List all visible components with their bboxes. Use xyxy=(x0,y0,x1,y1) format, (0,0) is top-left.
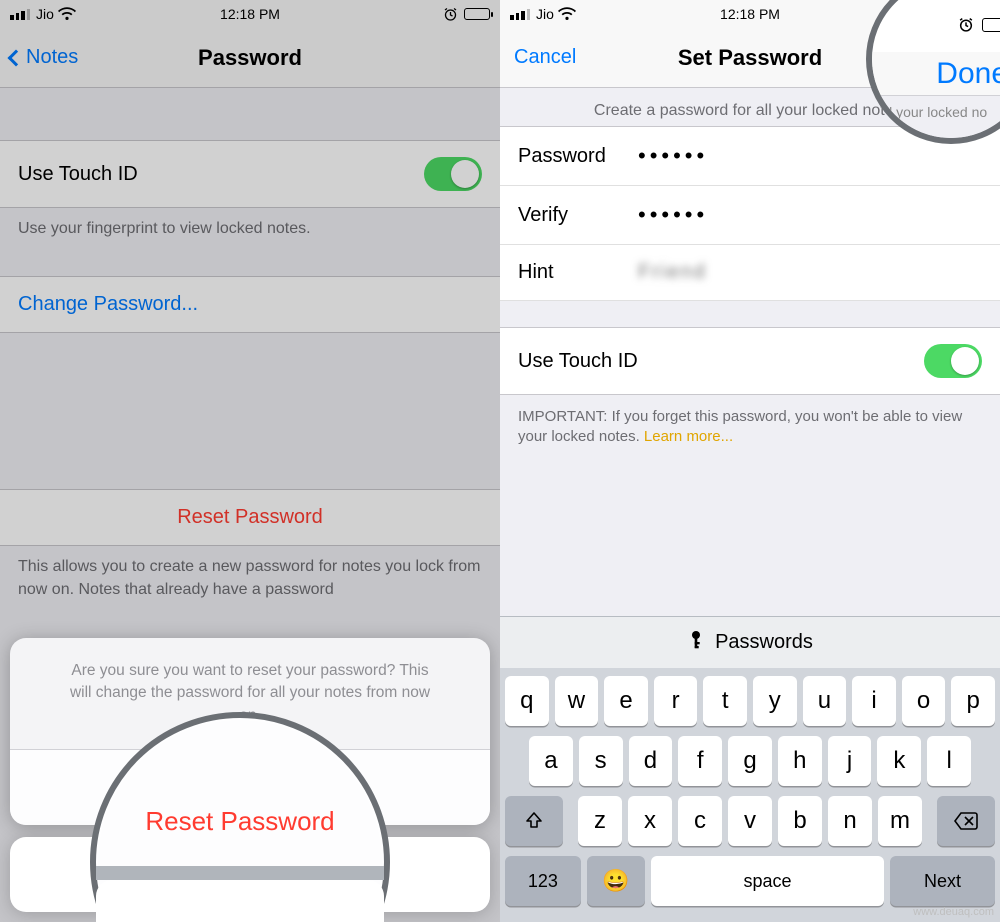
key-q[interactable]: q xyxy=(505,676,549,726)
key-d[interactable]: d xyxy=(629,736,673,786)
key-t[interactable]: t xyxy=(703,676,747,726)
key-x[interactable]: x xyxy=(628,796,672,846)
reset-footer: This allows you to create a new password… xyxy=(0,546,500,601)
nav-bar: Cancel Set Password Done xyxy=(500,28,1000,88)
cancel-button[interactable]: Cancel xyxy=(514,46,576,69)
use-touch-id-label: Use Touch ID xyxy=(518,350,638,373)
screen-set-password: Jio 12:18 PM Cancel Set Password Done Cr… xyxy=(500,0,1000,922)
page-title: Set Password xyxy=(678,45,822,71)
numbers-key[interactable]: 123 xyxy=(505,856,581,906)
status-bar: Jio 12:18 PM xyxy=(500,0,1000,28)
signal-icon xyxy=(510,9,530,20)
sheet-cancel-button[interactable]: Cancel xyxy=(10,837,490,912)
emoji-key[interactable]: 😀 xyxy=(587,856,645,906)
backspace-key[interactable] xyxy=(937,796,995,846)
action-sheet: Are you sure you want to reset your pass… xyxy=(10,638,490,912)
use-touch-id-label: Use Touch ID xyxy=(18,163,138,186)
use-touch-id-row: Use Touch ID xyxy=(0,140,500,208)
key-b[interactable]: b xyxy=(778,796,822,846)
key-k[interactable]: k xyxy=(877,736,921,786)
signal-icon xyxy=(10,9,30,20)
touch-id-footer: Use your fingerprint to view locked note… xyxy=(0,208,500,240)
quicktype-bar[interactable]: Passwords xyxy=(500,616,1000,668)
key-w[interactable]: w xyxy=(555,676,599,726)
touch-id-toggle[interactable] xyxy=(924,344,982,378)
hint-label: Hint xyxy=(518,261,638,284)
key-n[interactable]: n xyxy=(828,796,872,846)
key-icon xyxy=(687,630,705,656)
key-v[interactable]: v xyxy=(728,796,772,846)
reset-password-row[interactable]: Reset Password xyxy=(0,489,500,546)
page-title: Password xyxy=(198,45,302,71)
touch-id-toggle[interactable] xyxy=(424,157,482,191)
keyboard: Passwords qwertyuiop asdfghjkl zxcvbnm 1… xyxy=(500,616,1000,922)
carrier-label: Jio xyxy=(536,6,554,22)
shift-key[interactable] xyxy=(505,796,563,846)
key-g[interactable]: g xyxy=(728,736,772,786)
password-value: •••••• xyxy=(638,143,708,169)
back-button[interactable]: Notes xyxy=(10,46,78,69)
carrier-label: Jio xyxy=(36,6,54,22)
use-touch-id-row: Use Touch ID xyxy=(500,327,1000,395)
wifi-icon xyxy=(58,7,76,21)
key-l[interactable]: l xyxy=(927,736,971,786)
battery-icon xyxy=(464,8,490,20)
sheet-reset-button[interactable]: Reset Password xyxy=(10,750,490,825)
key-m[interactable]: m xyxy=(878,796,922,846)
important-note: IMPORTANT: If you forget this password, … xyxy=(500,395,1000,460)
key-z[interactable]: z xyxy=(578,796,622,846)
nav-bar: Notes Password xyxy=(0,28,500,88)
password-label: Password xyxy=(518,145,638,168)
key-a[interactable]: a xyxy=(529,736,573,786)
verify-value: •••••• xyxy=(638,202,708,228)
key-j[interactable]: j xyxy=(828,736,872,786)
chevron-left-icon xyxy=(8,49,25,66)
back-label: Notes xyxy=(26,46,78,69)
kb-row-2: asdfghjkl xyxy=(505,736,995,786)
password-field-row[interactable]: Password •••••• xyxy=(500,126,1000,186)
key-e[interactable]: e xyxy=(604,676,648,726)
alarm-icon xyxy=(943,7,958,22)
verify-label: Verify xyxy=(518,204,638,227)
key-s[interactable]: s xyxy=(579,736,623,786)
key-f[interactable]: f xyxy=(678,736,722,786)
kb-row-1: qwertyuiop xyxy=(505,676,995,726)
create-password-note: Create a password for all your locked no… xyxy=(500,88,1000,126)
screen-password-settings: Jio 12:18 PM Notes Password Use xyxy=(0,0,500,922)
hint-value: Friend xyxy=(638,261,707,284)
key-r[interactable]: r xyxy=(654,676,698,726)
status-bar: Jio 12:18 PM xyxy=(0,0,500,28)
key-y[interactable]: y xyxy=(753,676,797,726)
key-h[interactable]: h xyxy=(778,736,822,786)
verify-field-row[interactable]: Verify •••••• xyxy=(500,186,1000,245)
alarm-icon xyxy=(443,7,458,22)
key-p[interactable]: p xyxy=(951,676,995,726)
kb-row-3: zxcvbnm xyxy=(505,796,995,846)
battery-icon xyxy=(964,8,990,20)
key-o[interactable]: o xyxy=(902,676,946,726)
hint-field-row[interactable]: Hint Friend xyxy=(500,245,1000,301)
next-key[interactable]: Next xyxy=(890,856,995,906)
sheet-message: Are you sure you want to reset your pass… xyxy=(10,638,490,749)
key-c[interactable]: c xyxy=(678,796,722,846)
done-button[interactable]: Done xyxy=(931,45,986,71)
learn-more-link[interactable]: Learn more... xyxy=(644,428,733,445)
change-password-row[interactable]: Change Password... xyxy=(0,276,500,333)
space-key[interactable]: space xyxy=(651,856,884,906)
key-u[interactable]: u xyxy=(803,676,847,726)
wifi-icon xyxy=(558,7,576,21)
watermark: www.deuaq.com xyxy=(913,906,994,918)
key-i[interactable]: i xyxy=(852,676,896,726)
